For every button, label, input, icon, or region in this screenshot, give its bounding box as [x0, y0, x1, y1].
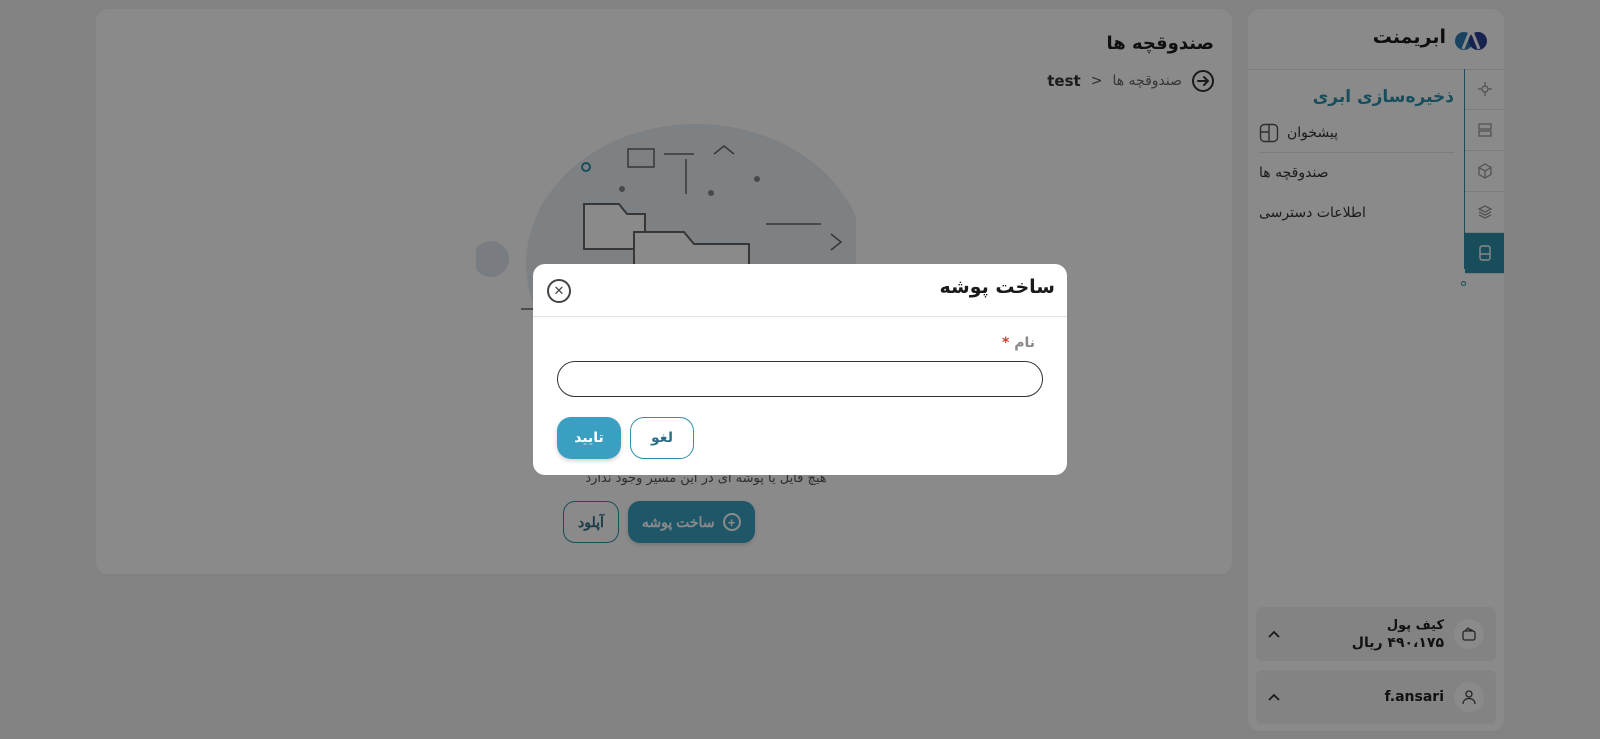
- close-icon[interactable]: ✕: [547, 279, 571, 303]
- cancel-button[interactable]: لغو: [630, 417, 694, 459]
- folder-name-input[interactable]: [557, 361, 1043, 397]
- name-field-label: نام *: [998, 335, 1035, 351]
- name-label-text: نام: [1014, 335, 1035, 351]
- modal-actions: تایید لغو: [557, 417, 694, 459]
- create-folder-modal: ساخت پوشه ✕ نام * تایید لغو: [533, 264, 1067, 475]
- modal-title: ساخت پوشه: [939, 276, 1056, 298]
- confirm-button[interactable]: تایید: [557, 417, 621, 459]
- modal-header: ساخت پوشه ✕: [533, 264, 1067, 317]
- required-mark: *: [1002, 335, 1010, 351]
